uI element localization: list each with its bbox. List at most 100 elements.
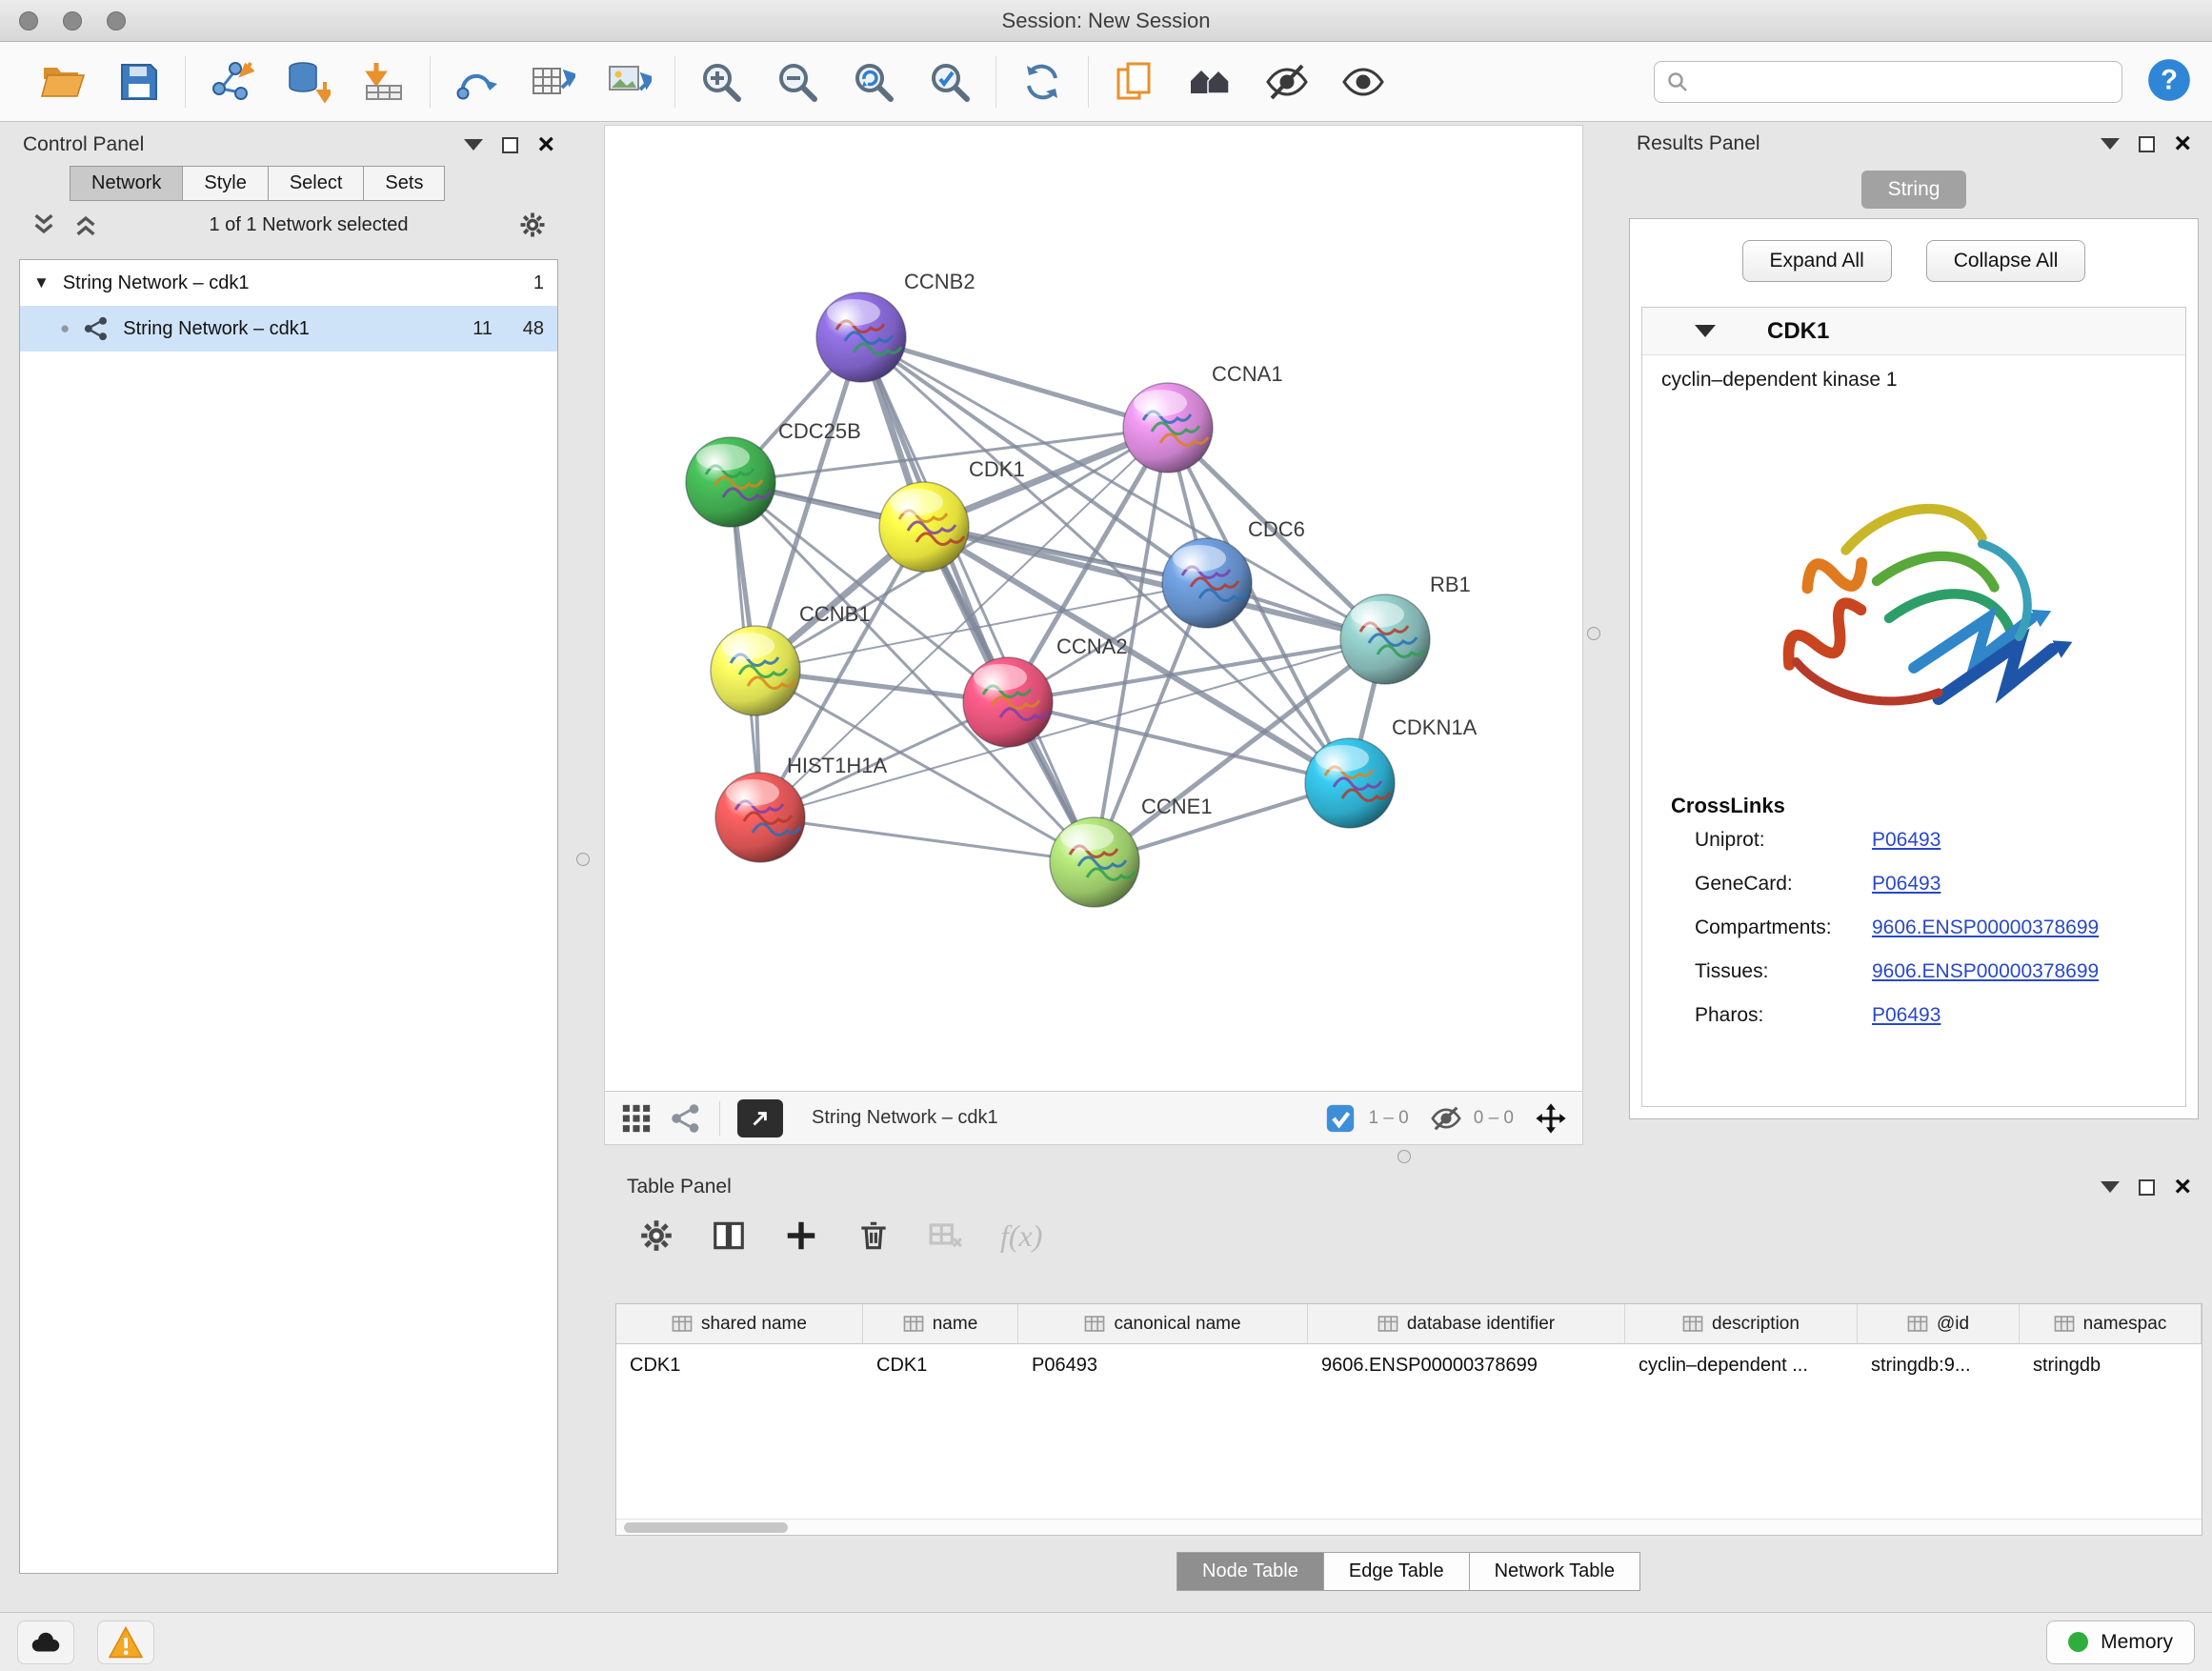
window-minimize-button[interactable] (63, 11, 82, 30)
uniprot-link[interactable]: P06493 (1872, 829, 2185, 852)
network-node-RB1[interactable]: RB1 (1340, 573, 1471, 684)
export-network-button[interactable] (448, 53, 505, 111)
network-node-CCNE1[interactable]: CCNE1 (1050, 795, 1213, 907)
home-view-button[interactable] (1182, 53, 1239, 111)
cell-id[interactable]: stringdb:9... (1858, 1344, 2020, 1386)
export-table-button[interactable] (524, 53, 581, 111)
duplicate-network-button[interactable] (1106, 53, 1163, 111)
column-header-canonical-name[interactable]: canonical name (1018, 1304, 1308, 1343)
left-splitter-handle[interactable] (576, 853, 590, 866)
cloud-status-button[interactable] (17, 1621, 74, 1664)
tree-expander-icon[interactable]: ▼ (33, 273, 50, 292)
import-network-file-button[interactable] (203, 53, 260, 111)
float-panel-icon[interactable] (2139, 1179, 2155, 1196)
network-canvas[interactable]: CCNB2CCNA1CDC25BCDK1CDC6RB1CCNB1CCNA2CDK… (605, 126, 1582, 1090)
network-collection-row[interactable]: ▼ String Network – cdk1 1 (20, 260, 557, 306)
tab-sets[interactable]: Sets (363, 166, 445, 201)
zoom-selected-button[interactable] (921, 53, 978, 111)
cell-canonical-name[interactable]: P06493 (1018, 1344, 1308, 1386)
memory-button[interactable]: Memory (2046, 1621, 2195, 1664)
tissues-link[interactable]: 9606.ENSP00000378699 (1872, 960, 2185, 983)
right-splitter-handle[interactable] (1587, 627, 1600, 640)
tab-style[interactable]: Style (182, 166, 268, 201)
compartments-link[interactable]: 9606.ENSP00000378699 (1872, 916, 2185, 939)
close-panel-icon[interactable]: × (2174, 130, 2191, 158)
show-details-button[interactable] (1335, 53, 1392, 111)
import-network-database-button[interactable] (279, 53, 336, 111)
cell-shared-name[interactable]: CDK1 (616, 1344, 863, 1386)
table-settings-button[interactable] (638, 1218, 674, 1254)
tab-network-table[interactable]: Network Table (1469, 1552, 1640, 1591)
scrollbar-thumb[interactable] (624, 1522, 788, 1533)
hide-details-button[interactable] (1258, 53, 1316, 111)
table-horizontal-scrollbar[interactable] (616, 1519, 2202, 1535)
import-table-button[interactable] (355, 53, 412, 111)
column-header-namespace[interactable]: namespac (2020, 1304, 2202, 1343)
tab-edge-table[interactable]: Edge Table (1323, 1552, 1470, 1591)
network-node-CDKN1A[interactable]: CDKN1A (1305, 715, 1478, 828)
chevrons-down-icon[interactable] (30, 211, 57, 238)
network-view-icon[interactable] (670, 1102, 702, 1135)
search-box[interactable] (1654, 61, 2122, 103)
warnings-button[interactable] (97, 1621, 154, 1664)
section-collapse-icon[interactable] (1695, 325, 1716, 337)
pan-move-icon[interactable] (1535, 1102, 1567, 1135)
network-edge[interactable] (760, 817, 1095, 862)
collapse-panel-icon[interactable] (2101, 1181, 2120, 1193)
expand-all-button[interactable]: Expand All (1742, 240, 1892, 282)
column-header-description[interactable]: description (1625, 1304, 1858, 1343)
hidden-eye-slash-icon[interactable] (1430, 1102, 1462, 1135)
cell-description[interactable]: cyclin–dependent ... (1625, 1344, 1858, 1386)
horizontal-splitter-handle[interactable] (1398, 1150, 1411, 1163)
window-zoom-button[interactable] (107, 11, 126, 30)
network-row-selected[interactable]: ● String Network – cdk1 11 48 (20, 306, 557, 352)
close-panel-icon[interactable]: × (537, 131, 554, 159)
network-edge[interactable] (861, 337, 1168, 428)
chevrons-up-icon[interactable] (72, 211, 99, 238)
detach-view-button[interactable] (737, 1099, 783, 1137)
network-node-HIST1H1A[interactable]: HIST1H1A (715, 754, 887, 862)
save-session-button[interactable] (111, 53, 168, 111)
tab-network[interactable]: Network (70, 166, 183, 201)
cell-namespace[interactable]: stringdb (2020, 1344, 2202, 1386)
refresh-button[interactable] (1014, 53, 1071, 111)
collapse-panel-icon[interactable] (464, 139, 483, 151)
collapse-all-button[interactable]: Collapse All (1926, 240, 2086, 282)
network-node-CDK1[interactable]: CDK1 (879, 457, 1025, 572)
show-columns-button[interactable] (711, 1218, 747, 1254)
cell-database-identifier[interactable]: 9606.ENSP00000378699 (1308, 1344, 1625, 1386)
network-node-CDC6[interactable]: CDC6 (1162, 517, 1305, 628)
collapse-panel-icon[interactable] (2101, 138, 2120, 150)
zoom-fit-button[interactable] (845, 53, 902, 111)
genecard-link[interactable]: P06493 (1872, 873, 2185, 896)
pharos-link[interactable]: P06493 (1872, 1004, 2185, 1027)
grid-view-icon[interactable] (620, 1102, 653, 1135)
network-node-CCNB1[interactable]: CCNB1 (711, 602, 871, 715)
zoom-in-button[interactable] (693, 53, 750, 111)
search-input[interactable] (1699, 70, 2110, 92)
add-column-button[interactable] (783, 1218, 819, 1254)
zoom-out-button[interactable] (769, 53, 826, 111)
column-header-name[interactable]: name (863, 1304, 1018, 1343)
column-header-database-identifier[interactable]: database identifier (1308, 1304, 1625, 1343)
tab-string[interactable]: String (1861, 171, 1967, 209)
tab-node-table[interactable]: Node Table (1176, 1552, 1324, 1591)
protein-section-header[interactable]: CDK1 (1642, 308, 2185, 355)
help-button[interactable]: ? (2143, 56, 2195, 108)
selected-checkbox-icon[interactable] (1324, 1102, 1357, 1135)
open-session-button[interactable] (34, 53, 91, 111)
close-panel-icon[interactable]: × (2174, 1173, 2191, 1201)
delete-column-button[interactable] (855, 1218, 892, 1254)
network-node-CCNA1[interactable]: CCNA1 (1123, 362, 1283, 473)
table-row[interactable]: CDK1 CDK1 P06493 9606.ENSP00000378699 cy… (616, 1344, 2202, 1386)
export-image-button[interactable] (600, 53, 657, 111)
float-panel-icon[interactable] (2139, 136, 2155, 152)
column-header-shared-name[interactable]: shared name (616, 1304, 863, 1343)
network-edge[interactable] (861, 337, 1095, 862)
column-header-id[interactable]: @id (1858, 1304, 2020, 1343)
window-close-button[interactable] (19, 11, 38, 30)
gear-icon[interactable] (518, 211, 547, 239)
cell-name[interactable]: CDK1 (863, 1344, 1018, 1386)
float-panel-icon[interactable] (502, 137, 518, 153)
tab-select[interactable]: Select (268, 166, 365, 201)
